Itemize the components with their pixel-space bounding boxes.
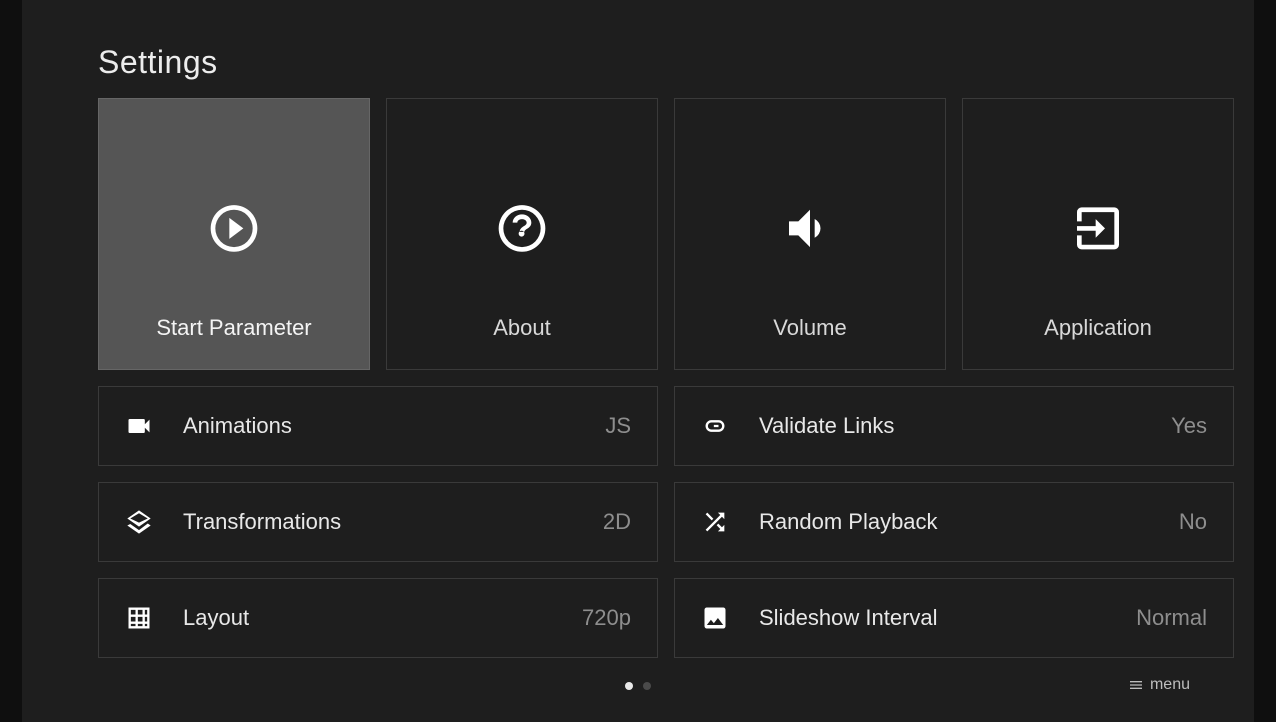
link-icon [701,412,729,440]
row-value: Yes [1171,413,1207,439]
page-dot-1[interactable] [625,682,633,690]
tile-about[interactable]: About [386,98,658,370]
page-indicator [625,682,651,690]
row-layout[interactable]: Layout 720p [98,578,658,658]
hamburger-icon [1128,677,1144,693]
row-value: 720p [582,605,631,631]
volume-icon [782,200,838,256]
tiles-row: Start Parameter About Volume Application [98,98,1234,370]
row-random-playback[interactable]: Random Playback No [674,482,1234,562]
settings-panel: Settings Start Parameter About Volume Ap… [22,0,1254,722]
video-icon [125,412,153,440]
tile-label: About [493,315,551,341]
tile-label: Start Parameter [156,315,311,341]
tile-application[interactable]: Application [962,98,1234,370]
page-dot-2[interactable] [643,682,651,690]
row-label: Validate Links [759,413,1171,439]
help-circle-icon [494,200,550,256]
row-slideshow-interval[interactable]: Slideshow Interval Normal [674,578,1234,658]
row-label: Animations [183,413,605,439]
row-validate-links[interactable]: Validate Links Yes [674,386,1234,466]
settings-rows: Animations JS Validate Links Yes Transfo… [98,386,1234,658]
shuffle-icon [701,508,729,536]
image-icon [701,604,729,632]
grid-icon [125,604,153,632]
tile-label: Volume [773,315,846,341]
menu-hint[interactable]: menu [1128,676,1190,694]
tile-start-parameter[interactable]: Start Parameter [98,98,370,370]
page-title: Settings [98,44,218,81]
row-label: Slideshow Interval [759,605,1136,631]
layers-icon [125,508,153,536]
row-transformations[interactable]: Transformations 2D [98,482,658,562]
row-label: Layout [183,605,582,631]
row-label: Random Playback [759,509,1179,535]
tile-volume[interactable]: Volume [674,98,946,370]
row-value: No [1179,509,1207,535]
tile-label: Application [1044,315,1152,341]
menu-hint-label: menu [1150,676,1190,694]
row-value: 2D [603,509,631,535]
exit-icon [1070,200,1126,256]
play-circle-icon [206,200,262,256]
row-label: Transformations [183,509,603,535]
row-value: Normal [1136,605,1207,631]
row-animations[interactable]: Animations JS [98,386,658,466]
row-value: JS [605,413,631,439]
